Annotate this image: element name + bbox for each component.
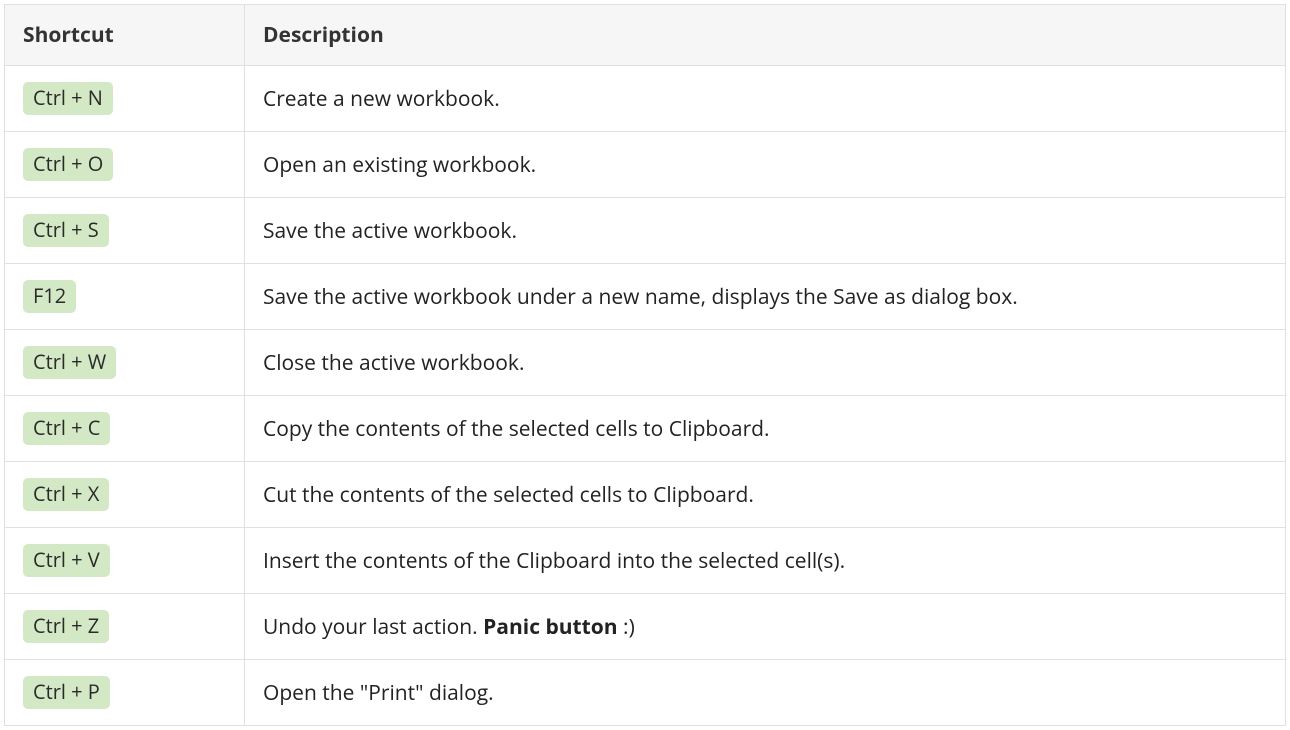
shortcut-cell: Ctrl + S xyxy=(5,198,245,264)
description-cell: Save the active workbook. xyxy=(245,198,1286,264)
kbd: Ctrl + C xyxy=(23,412,110,445)
kbd: Ctrl + W xyxy=(23,346,116,379)
kbd: Ctrl + O xyxy=(23,148,113,181)
kbd: Ctrl + P xyxy=(23,676,110,709)
kbd: Ctrl + N xyxy=(23,82,113,115)
shortcut-cell: Ctrl + C xyxy=(5,396,245,462)
desc-text: Insert the contents of the Clipboard int… xyxy=(263,547,845,575)
desc-text: Copy the contents of the selected cells … xyxy=(263,415,770,443)
description-cell: Cut the contents of the selected cells t… xyxy=(245,462,1286,528)
shortcut-cell: Ctrl + V xyxy=(5,528,245,594)
desc-text: Save the active workbook. xyxy=(263,217,517,245)
desc-after: :) xyxy=(618,613,635,641)
description-cell: Open an existing workbook. xyxy=(245,132,1286,198)
description-cell: Undo your last action. Panic button :) xyxy=(245,594,1286,660)
table-row: Ctrl + X Cut the contents of the selecte… xyxy=(5,462,1286,528)
shortcuts-table: Shortcut Description Ctrl + N Create a n… xyxy=(4,4,1286,726)
table-row: Ctrl + C Copy the contents of the select… xyxy=(5,396,1286,462)
desc-text: Open an existing workbook. xyxy=(263,151,536,179)
kbd: Ctrl + Z xyxy=(23,610,109,643)
description-cell: Close the active workbook. xyxy=(245,330,1286,396)
description-cell: Insert the contents of the Clipboard int… xyxy=(245,528,1286,594)
shortcut-cell: Ctrl + P xyxy=(5,660,245,726)
description-cell: Copy the contents of the selected cells … xyxy=(245,396,1286,462)
desc-text: Cut the contents of the selected cells t… xyxy=(263,481,754,509)
table-row: Ctrl + P Open the "Print" dialog. xyxy=(5,660,1286,726)
description-cell: Save the active workbook under a new nam… xyxy=(245,264,1286,330)
shortcut-cell: F12 xyxy=(5,264,245,330)
desc-text: Undo your last action. xyxy=(263,613,483,641)
kbd: Ctrl + S xyxy=(23,214,109,247)
table-row: Ctrl + V Insert the contents of the Clip… xyxy=(5,528,1286,594)
description-cell: Create a new workbook. xyxy=(245,66,1286,132)
table-row: Ctrl + W Close the active workbook. xyxy=(5,330,1286,396)
shortcut-cell: Ctrl + N xyxy=(5,66,245,132)
header-description: Description xyxy=(245,5,1286,66)
desc-text: Open the "Print" dialog. xyxy=(263,679,494,707)
kbd: Ctrl + X xyxy=(23,478,109,511)
desc-text: Create a new workbook. xyxy=(263,85,500,113)
desc-text: Close the active workbook. xyxy=(263,349,524,377)
kbd: F12 xyxy=(23,280,76,313)
table-header-row: Shortcut Description xyxy=(5,5,1286,66)
shortcut-cell: Ctrl + W xyxy=(5,330,245,396)
table-row: F12 Save the active workbook under a new… xyxy=(5,264,1286,330)
header-shortcut: Shortcut xyxy=(5,5,245,66)
table-row: Ctrl + Z Undo your last action. Panic bu… xyxy=(5,594,1286,660)
kbd: Ctrl + V xyxy=(23,544,110,577)
table-body: Ctrl + N Create a new workbook. Ctrl + O… xyxy=(5,66,1286,726)
table-row: Ctrl + S Save the active workbook. xyxy=(5,198,1286,264)
desc-text: Save the active workbook under a new nam… xyxy=(263,283,1018,311)
desc-bold: Panic button xyxy=(483,613,617,641)
description-cell: Open the "Print" dialog. xyxy=(245,660,1286,726)
shortcut-cell: Ctrl + Z xyxy=(5,594,245,660)
shortcut-cell: Ctrl + X xyxy=(5,462,245,528)
shortcut-cell: Ctrl + O xyxy=(5,132,245,198)
table-row: Ctrl + N Create a new workbook. xyxy=(5,66,1286,132)
table-row: Ctrl + O Open an existing workbook. xyxy=(5,132,1286,198)
